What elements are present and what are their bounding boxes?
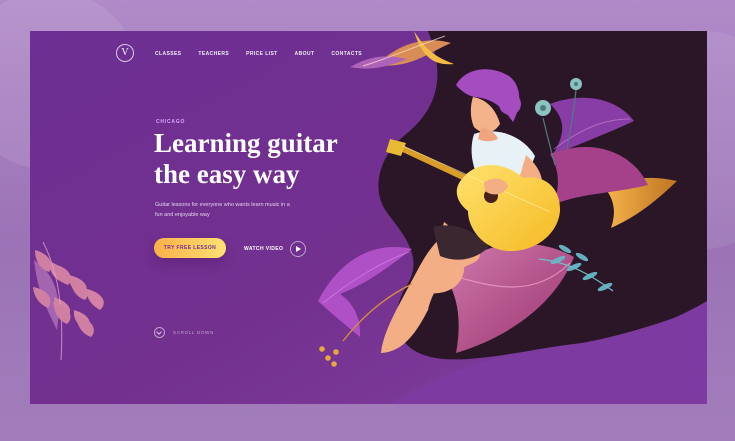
bud-4 [331, 361, 337, 367]
try-free-lesson-button[interactable]: TRY FREE LESSON [154, 238, 226, 258]
nav-about[interactable]: ABOUT [295, 51, 315, 57]
v-logo-icon[interactable]: V [116, 44, 134, 62]
hair-bun [499, 93, 521, 115]
play-icon[interactable] [290, 241, 307, 257]
page-title: Learning guitar the easy way [154, 128, 338, 189]
bud-1 [319, 346, 325, 352]
hero-illustration [30, 31, 707, 404]
nav-price-list[interactable]: PRICE LIST [246, 51, 278, 57]
outside-leaf-4 [33, 287, 51, 308]
outside-leaf-6 [76, 315, 94, 337]
nav-classes[interactable]: CLASSES [155, 51, 181, 57]
watch-video-label: WATCH VIDEO [244, 246, 284, 252]
scroll-down-control[interactable]: SCROLL DOWN [154, 327, 214, 338]
nav-contacts[interactable]: CONTACTS [331, 51, 362, 57]
location-label: CHICAGO [156, 119, 186, 125]
outside-leaf-5 [53, 302, 71, 324]
scroll-down-label: SCROLL DOWN [173, 330, 215, 335]
top-navigation: CLASSES TEACHERS PRICE LIST ABOUT CONTAC… [155, 51, 362, 57]
watch-video-button[interactable]: WATCH VIDEO [244, 241, 307, 257]
teal-flower-center-1 [540, 105, 546, 111]
landing-card: V CLASSES TEACHERS PRICE LIST ABOUT CONT… [30, 31, 707, 404]
page-background: V CLASSES TEACHERS PRICE LIST ABOUT CONT… [0, 0, 735, 441]
nav-teachers[interactable]: TEACHERS [198, 51, 229, 57]
outside-leaf-3 [70, 278, 88, 300]
hero-subtitle: Guitar lessons for everyone who wants le… [155, 202, 290, 218]
bud-3 [333, 349, 339, 355]
teal-flower-center-2 [574, 82, 578, 86]
chevron-down-icon[interactable] [154, 327, 165, 338]
bud-2 [325, 355, 331, 361]
outside-left-leaves [33, 242, 94, 360]
outside-leaf-1 [35, 250, 52, 272]
